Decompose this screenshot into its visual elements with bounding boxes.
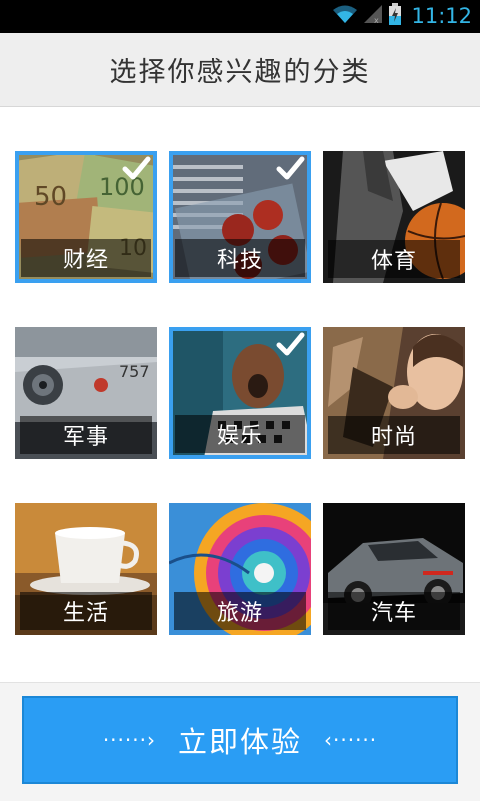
tile-label: 财经 xyxy=(62,248,109,273)
tile-label-bar: 科技 xyxy=(175,239,305,277)
tile-label-bar: 体育 xyxy=(328,240,460,278)
tile-label-bar: 娱乐 xyxy=(175,415,305,453)
tile-label-bar: 财经 xyxy=(21,239,151,277)
category-tile-auto[interactable]: 汽车 xyxy=(323,503,465,635)
footer: ······› 立即体验 ‹······ xyxy=(0,682,480,801)
check-icon xyxy=(276,156,305,180)
category-grid: 50 100 10 财经 xyxy=(0,107,480,682)
category-tile-travel[interactable]: 旅游 xyxy=(169,503,311,635)
tile-label-bar: 汽车 xyxy=(328,592,460,630)
start-experience-button[interactable]: ······› 立即体验 ‹······ xyxy=(22,696,458,784)
tile-label: 军事 xyxy=(62,425,109,450)
tile-label-bar: 旅游 xyxy=(174,592,306,630)
signal-icon: x xyxy=(362,4,384,28)
tile-label: 生活 xyxy=(62,601,109,626)
tile-label-bar: 时尚 xyxy=(328,416,460,454)
tile-label: 时尚 xyxy=(370,425,417,450)
tile-label: 科技 xyxy=(216,248,263,273)
category-tile-military[interactable]: 757 军事 xyxy=(15,327,157,459)
category-tile-entertainment[interactable]: 娱乐 xyxy=(169,327,311,459)
tile-label: 旅游 xyxy=(216,601,263,626)
category-tile-technology[interactable]: 科技 xyxy=(169,151,311,283)
tile-label: 汽车 xyxy=(370,601,417,626)
tile-label-bar: 生活 xyxy=(20,592,152,630)
category-tile-sports[interactable]: 体育 xyxy=(323,151,465,283)
start-button-label: 立即体验 xyxy=(177,725,302,759)
left-arrow-icon: ‹······ xyxy=(324,728,378,752)
wifi-icon xyxy=(332,4,358,28)
tile-label-bar: 军事 xyxy=(20,416,152,454)
page-title: 选择你感兴趣的分类 xyxy=(109,57,371,88)
svg-text:757: 757 xyxy=(119,362,150,381)
tile-label: 体育 xyxy=(370,249,417,274)
category-tile-fashion[interactable]: 时尚 xyxy=(323,327,465,459)
category-tile-lifestyle[interactable]: 生活 xyxy=(15,503,157,635)
check-icon xyxy=(122,156,151,180)
right-arrow-icon: ······› xyxy=(102,728,156,752)
category-tile-finance[interactable]: 50 100 10 财经 xyxy=(15,151,157,283)
svg-text:x: x xyxy=(374,16,379,24)
status-time: 11:12 xyxy=(411,4,472,28)
status-bar: x 11:12 xyxy=(0,0,480,33)
battery-charging-icon xyxy=(388,3,402,29)
check-icon xyxy=(276,332,305,356)
status-icons: x xyxy=(332,3,402,29)
page-header: 选择你感兴趣的分类 xyxy=(0,33,480,107)
tile-label: 娱乐 xyxy=(216,424,263,449)
